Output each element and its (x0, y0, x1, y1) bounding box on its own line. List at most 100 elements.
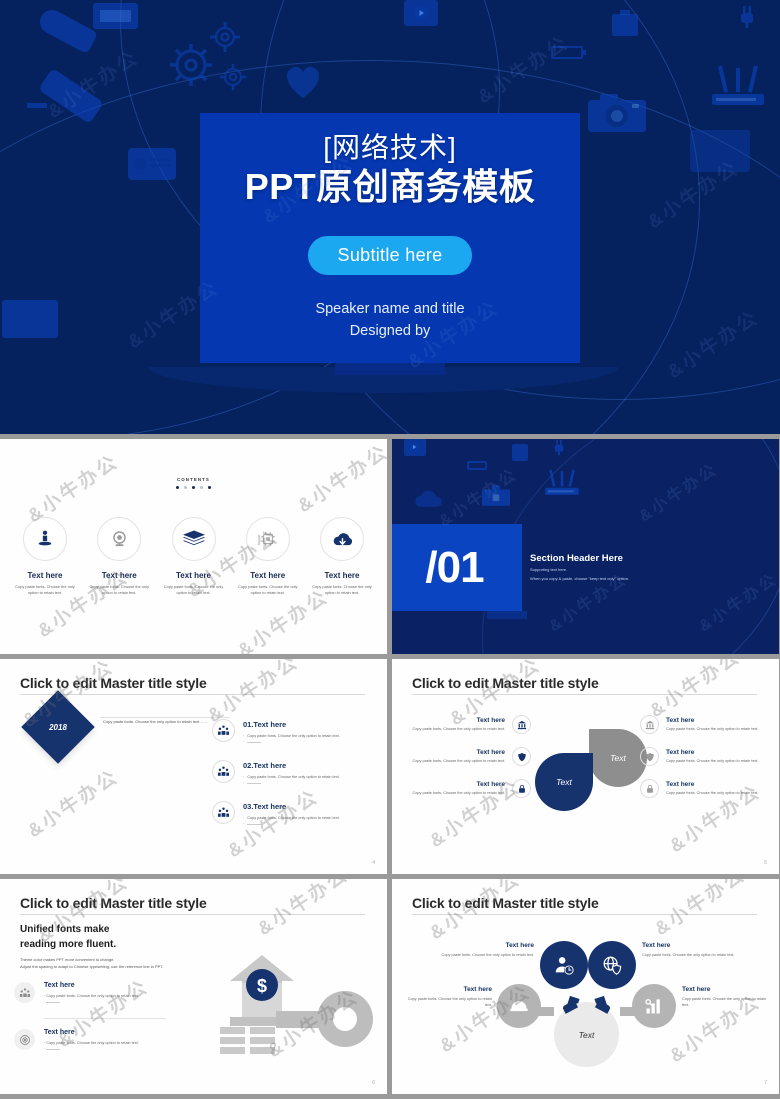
contents-heading: Text here (324, 571, 360, 580)
step-body: · Copy paste fonts. Choose the only optio… (243, 816, 340, 827)
bubble-top-left[interactable] (540, 941, 588, 989)
list-item[interactable]: Text here · Copy paste fonts. Choose the… (14, 982, 204, 1005)
step-list: 01.Text here · Copy paste fonts. Choose t… (212, 719, 371, 842)
item-heading: Text here (666, 716, 695, 724)
router-deco-icon (545, 469, 579, 495)
contents-body: Copy paste fonts. Choose the only option… (89, 584, 149, 595)
page-title: Click to edit Master title style (412, 675, 599, 691)
feature-heading: Text here (44, 1029, 75, 1037)
slide-timeline[interactable]: Click to edit Master title style 2018 Co… (0, 659, 387, 874)
step-heading: 02.Text here (243, 761, 287, 771)
slide-leaf-diagram[interactable]: Click to edit Master title style Text Te… (392, 659, 779, 874)
center-label: Text (578, 1029, 595, 1040)
globe-shield-icon (603, 956, 622, 975)
list-item[interactable]: 01.Text here · Copy paste fonts. Choose t… (212, 719, 371, 745)
presenter-icon (23, 517, 67, 561)
section-sub2: When you copy & paste, choose "keep text… (530, 576, 630, 581)
subtitle-button[interactable]: Subtitle here (307, 235, 473, 275)
bubble-heading-r: Text here (682, 986, 711, 993)
note-divider (100, 717, 230, 718)
contents-item-1[interactable]: Text here Copy paste fonts. Choose the o… (10, 517, 80, 596)
bubble-heading-tr: Text here (642, 942, 671, 949)
title-divider (412, 914, 757, 915)
slide-deck-preview: [网络技术] PPT原创商务模板 Subtitle here Speaker n… (0, 0, 780, 1099)
speaker-name: Speaker name and title (315, 300, 465, 317)
contents-item-2[interactable]: Text here Copy paste fonts. Choose the o… (84, 517, 154, 596)
year-diamond: 2018 (21, 690, 95, 764)
team-icon (212, 801, 235, 825)
bubble-heading-tl: Text here (505, 942, 534, 949)
leaf-shape-navy: Text (535, 753, 593, 811)
item-body: Copy paste fonts. Choose the only option… (412, 790, 505, 795)
feature-list: Text here · Copy paste fonts. Choose the… (14, 982, 204, 1065)
page-number: 7 (764, 1080, 767, 1086)
item-heading: Text here (666, 748, 695, 756)
section-paragraph: Theme color makes PPT more convenient to… (20, 956, 163, 971)
list-item[interactable]: Text here Copy paste fonts. Choose the o… (406, 715, 531, 734)
item-body: Copy paste fonts. Choose the only option… (666, 726, 759, 731)
page-title: Click to edit Master title style (20, 675, 207, 691)
list-item[interactable]: Text here Copy paste fonts. Choose the o… (640, 715, 765, 734)
step-heading: 01.Text here (243, 720, 287, 729)
list-item[interactable]: 02.Text here · Copy paste fonts. Choose t… (212, 760, 371, 786)
target-icon (14, 1029, 35, 1051)
hero-pre-title: [网络技术] (323, 132, 457, 164)
page-number: 5 (764, 860, 767, 866)
bubble-body-r: Copy paste fonts. Choose the only option… (682, 997, 767, 1007)
section-subheading: Unified fonts make reading more fluent. (20, 923, 116, 952)
item-body: Copy paste fonts. Choose the only option… (412, 758, 505, 763)
paragraph-line1: Theme color makes PPT more convenient to… (20, 957, 115, 962)
list-item[interactable]: Text here Copy paste fonts. Choose the o… (640, 747, 765, 766)
shield-icon (640, 747, 659, 766)
item-heading: Text here (666, 780, 695, 788)
bubble-top-right[interactable] (588, 941, 636, 989)
contents-body: Copy paste fonts. Choose the only option… (312, 584, 372, 595)
slide-section-header[interactable]: /01 Section Header Here Supporting text … (392, 439, 779, 654)
contents-heading: Text here (27, 571, 63, 580)
feature-heading: Text here (44, 982, 75, 989)
plug-deco-icon (741, 6, 753, 28)
slide-contents[interactable]: CONTENTS Text here Copy paste fonts. Cho… (0, 439, 387, 654)
bar-chart-icon (645, 999, 660, 1014)
list-item[interactable]: Text here Copy paste fonts. Choose the o… (406, 779, 531, 798)
contents-item-5[interactable]: Text here Copy paste fonts. Choose the o… (307, 517, 377, 596)
bubble-body-tl: Copy paste fonts. Choose the only option… (441, 953, 534, 957)
page-title: Click to edit Master title style (412, 895, 599, 911)
slide-row-4: Click to edit Master title style Unified… (0, 879, 780, 1094)
gear-small2-deco-icon (219, 63, 247, 91)
bubble-body-l: Copy paste fonts. Choose the only option… (407, 997, 492, 1007)
list-item[interactable]: 03.Text here · Copy paste fonts. Choose t… (212, 801, 371, 827)
step-heading: 03.Text here (243, 802, 287, 812)
list-item[interactable]: Text here · Copy paste fonts. Choose the… (14, 1029, 204, 1052)
user-clock-icon (555, 957, 574, 975)
page-number: 6 (372, 1080, 375, 1086)
slide-fonts[interactable]: Click to edit Master title style Unified… (0, 879, 387, 1094)
leaf-navy-label: Text (556, 777, 572, 787)
bubble-left[interactable] (497, 984, 541, 1028)
feature-divider (44, 1018, 166, 1020)
contents-item-4[interactable]: Text here Copy paste fonts. Choose the o… (233, 517, 303, 596)
list-item[interactable]: Text here Copy paste fonts. Choose the o… (406, 747, 531, 766)
bubble-right[interactable] (632, 984, 676, 1028)
leaf-shape-gray: Text (589, 729, 647, 787)
plug-deco-icon (554, 439, 564, 456)
feature-body: · Copy paste fonts. Choose the only opti… (44, 994, 139, 1005)
router-deco-icon (712, 65, 764, 105)
item-heading: Text here (476, 780, 505, 788)
briefcase-deco-icon (482, 485, 510, 506)
contents-body: Copy paste fonts. Choose the only option… (238, 584, 298, 595)
slide-row-3: Click to edit Master title style 2018 Co… (0, 659, 780, 874)
contents-heading: Text here (250, 571, 286, 580)
page-title: Click to edit Master title style (20, 895, 207, 911)
slide-title[interactable]: [网络技术] PPT原创商务模板 Subtitle here Speaker n… (0, 0, 780, 434)
team-icon (212, 719, 235, 742)
item-body: Copy paste fonts. Choose the only option… (666, 790, 759, 795)
contents-item-3[interactable]: Text here Copy paste fonts. Choose the o… (159, 517, 229, 596)
team-icon (212, 760, 235, 784)
slide-bubble-diagram[interactable]: Click to edit Master title style Text Te… (392, 879, 779, 1094)
list-item[interactable]: Text here Copy paste fonts. Choose the o… (640, 779, 765, 798)
hero-title: PPT原创商务模板 (244, 166, 536, 208)
briefcase-deco-icon (612, 14, 638, 36)
item-heading: Text here (476, 748, 505, 756)
left-item-list: Text here Copy paste fonts. Choose the o… (406, 715, 531, 811)
